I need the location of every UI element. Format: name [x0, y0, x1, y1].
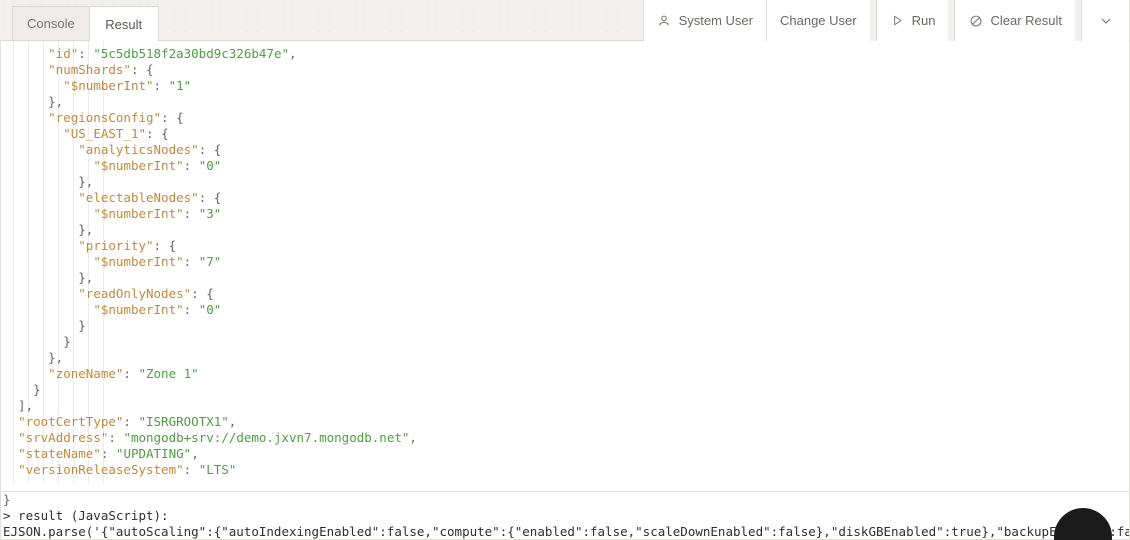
- json-line: "id": "5c5db518f2a30bd9c326b47e",: [1, 46, 1130, 62]
- tab-result[interactable]: Result: [89, 6, 159, 41]
- json-line: "priority": {: [1, 238, 1130, 254]
- json-line: "$numberInt": "3": [1, 206, 1130, 222]
- json-line: "electableNodes": {: [1, 190, 1130, 206]
- json-line: "srvAddress": "mongodb+srv://demo.jxvn7.…: [1, 430, 1130, 446]
- json-line: "$numberInt": "7": [1, 254, 1130, 270]
- system-user-label: System User: [679, 14, 753, 27]
- json-line: "stateName": "UPDATING",: [1, 446, 1130, 462]
- play-triangle-icon: [890, 13, 905, 28]
- console-result-window: Console Result System User Change User: [0, 0, 1130, 540]
- system-user-display: System User: [643, 0, 766, 41]
- clear-result-button[interactable]: Clear Result: [954, 0, 1075, 41]
- json-result-viewer[interactable]: "id": "5c5db518f2a30bd9c326b47e", "numSh…: [1, 41, 1130, 483]
- json-line: "regionsConfig": {: [1, 110, 1130, 126]
- json-line: "$numberInt": "0": [1, 158, 1130, 174]
- person-icon: [657, 13, 672, 28]
- json-line: },: [1, 270, 1130, 286]
- console-output-panel: } > result (JavaScript): EJSON.parse('{"…: [1, 491, 1130, 540]
- change-user-button[interactable]: Change User: [766, 0, 870, 41]
- json-line: }: [1, 382, 1130, 398]
- run-button[interactable]: Run: [876, 0, 949, 41]
- json-line: ],: [1, 398, 1130, 414]
- change-user-label: Change User: [780, 14, 857, 27]
- json-line: "versionReleaseSystem": "LTS": [1, 462, 1130, 478]
- json-line: "numShards": {: [1, 62, 1130, 78]
- result-content-area: "id": "5c5db518f2a30bd9c326b47e", "numSh…: [0, 41, 1130, 540]
- json-line: "rootCertType": "ISRGROOTX1",: [1, 414, 1130, 430]
- chevron-down-icon: [1098, 13, 1113, 28]
- json-line: }: [1, 318, 1130, 334]
- json-closing-brace: }: [1, 492, 1130, 508]
- prohibition-icon: [968, 13, 983, 28]
- json-line: "readOnlyNodes": {: [1, 286, 1130, 302]
- toolbar-actions: System User Change User Run: [643, 0, 1130, 41]
- json-line: },: [1, 222, 1130, 238]
- tab-bar: Console Result: [12, 0, 158, 40]
- json-line: "zoneName": "Zone 1": [1, 366, 1130, 382]
- json-line: }: [1, 334, 1130, 350]
- console-prompt-line: > result (JavaScript):: [1, 508, 1130, 524]
- json-line: "analyticsNodes": {: [1, 142, 1130, 158]
- json-lines: "id": "5c5db518f2a30bd9c326b47e", "numSh…: [1, 41, 1130, 478]
- json-line: "$numberInt": "1": [1, 78, 1130, 94]
- tab-console-label: Console: [27, 16, 75, 31]
- tab-console[interactable]: Console: [12, 6, 90, 40]
- tab-result-label: Result: [105, 17, 142, 32]
- json-line: },: [1, 174, 1130, 190]
- json-line: "$numberInt": "0": [1, 302, 1130, 318]
- top-toolbar: Console Result System User Change User: [0, 0, 1130, 41]
- console-value-line[interactable]: EJSON.parse('{"autoScaling":{"autoIndexi…: [1, 524, 1130, 540]
- json-line: "US_EAST_1": {: [1, 126, 1130, 142]
- more-options-button[interactable]: [1081, 0, 1130, 41]
- json-line: },: [1, 350, 1130, 366]
- clear-result-label: Clear Result: [990, 14, 1062, 27]
- run-label: Run: [912, 14, 936, 27]
- json-line: },: [1, 94, 1130, 110]
